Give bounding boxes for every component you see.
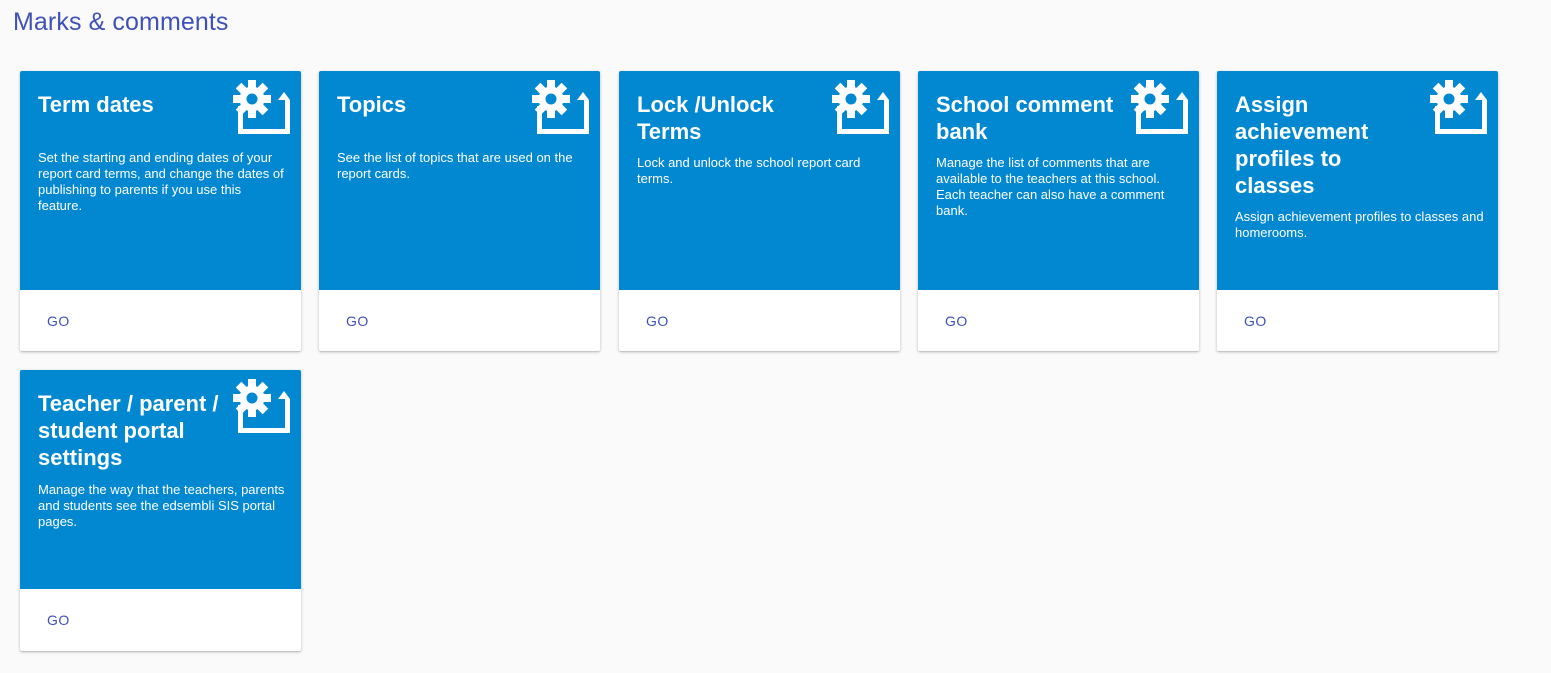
card-description: Set the starting and ending dates of you… [38, 150, 284, 213]
card-title: Lock /Unlock Terms [637, 92, 774, 144]
go-button[interactable]: GO [637, 305, 678, 337]
card-header: Assign achievement profiles to classes A… [1217, 71, 1498, 290]
card-actions: GO [20, 290, 301, 351]
go-button[interactable]: GO [38, 305, 79, 337]
card-title: Teacher / parent / student portal settin… [38, 391, 219, 470]
card-school-comment-bank: School comment bank Manage the list of c… [918, 71, 1199, 351]
card-actions: GO [619, 290, 900, 351]
go-button[interactable]: GO [337, 305, 378, 337]
card-description: See the list of topics that are used on … [337, 150, 573, 181]
page-title: Marks & comments [13, 8, 229, 36]
settings-gear-folder-icon [233, 80, 290, 134]
card-header: Lock /Unlock Terms Lock and unlock the s… [619, 71, 900, 290]
card-actions: GO [918, 290, 1199, 351]
card-description: Manage the list of comments that are ava… [936, 155, 1165, 218]
card-header: School comment bank Manage the list of c… [918, 71, 1199, 290]
card-title: Topics [337, 92, 407, 117]
card-header: Topics See the list of topics that are u… [319, 71, 600, 290]
card-assign-achievement-profiles: Assign achievement profiles to classes A… [1217, 71, 1498, 351]
settings-gear-folder-icon [832, 80, 889, 134]
settings-gear-folder-icon [532, 80, 589, 134]
card-description: Lock and unlock the school report card t… [637, 155, 861, 186]
card-topics: Topics See the list of topics that are u… [319, 71, 600, 351]
card-title: Assign achievement profiles to classes [1235, 92, 1369, 198]
card-title: Term dates [38, 92, 154, 117]
settings-gear-folder-icon [1131, 80, 1188, 134]
settings-gear-folder-icon [233, 379, 290, 433]
card-actions: GO [20, 589, 301, 650]
go-button[interactable]: GO [38, 604, 79, 636]
settings-gear-folder-icon [1430, 80, 1487, 134]
card-lock-unlock-terms: Lock /Unlock Terms Lock and unlock the s… [619, 71, 900, 351]
go-button[interactable]: GO [1235, 305, 1276, 337]
card-header: Teacher / parent / student portal settin… [20, 370, 301, 589]
card-actions: GO [319, 290, 600, 351]
card-description: Manage the way that the teachers, parent… [38, 482, 285, 529]
card-actions: GO [1217, 290, 1498, 351]
card-header: Term dates Set the starting and ending d… [20, 71, 301, 290]
card-description: Assign achievement profiles to classes a… [1235, 209, 1484, 240]
go-button[interactable]: GO [936, 305, 977, 337]
card-title: School comment bank [936, 92, 1114, 144]
card-portal-settings: Teacher / parent / student portal settin… [20, 370, 301, 651]
card-term-dates: Term dates Set the starting and ending d… [20, 71, 301, 351]
